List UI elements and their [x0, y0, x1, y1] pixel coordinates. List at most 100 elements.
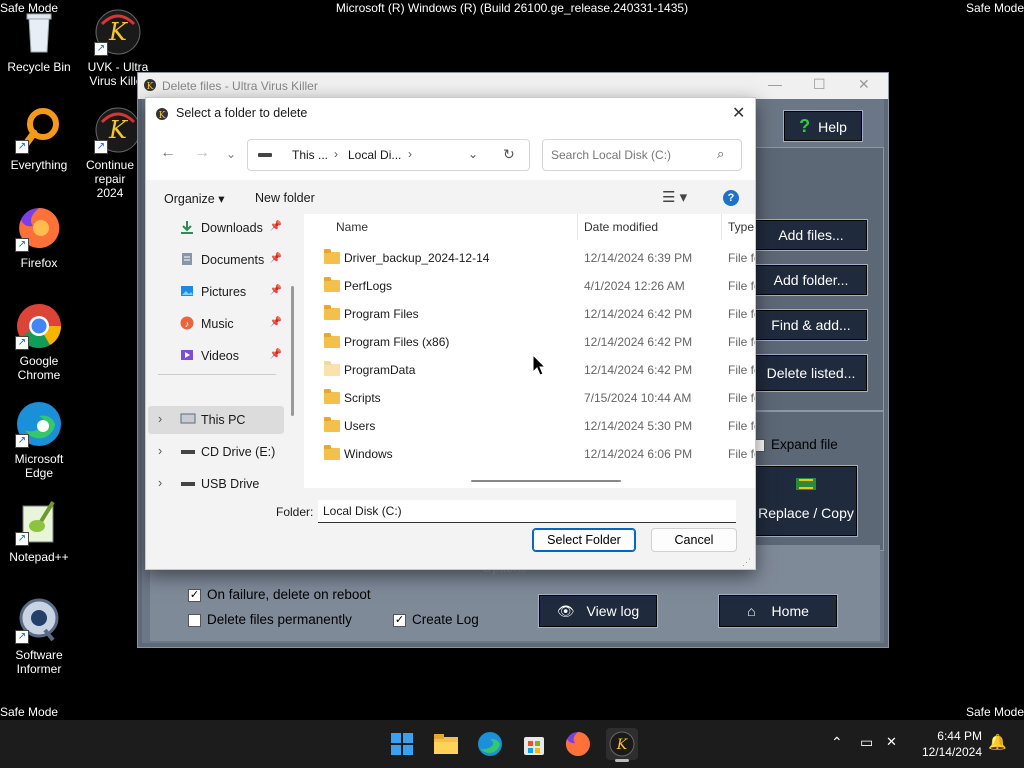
- chevron-right-icon[interactable]: ›: [158, 476, 162, 488]
- horizontal-scrollbar[interactable]: [471, 480, 621, 482]
- search-icon: ⌕: [717, 146, 725, 161]
- clock[interactable]: 6:44 PM 12/14/2024: [912, 728, 982, 760]
- windows-icon: [391, 733, 413, 755]
- store-icon: [524, 737, 544, 755]
- file-row[interactable]: Users 12/14/2024 5:30 PM File fo: [304, 412, 755, 440]
- column-divider[interactable]: [577, 214, 578, 240]
- pin-icon: 📌: [269, 285, 282, 296]
- dialog-title: Select a folder to delete: [176, 106, 308, 120]
- chevron-right-icon[interactable]: ›: [158, 444, 162, 458]
- mouse-cursor-icon: [532, 353, 547, 379]
- add-files-button[interactable]: Add files...: [754, 219, 868, 251]
- file-row[interactable]: Program Files (x86) 12/14/2024 6:42 PM F…: [304, 328, 755, 356]
- desktop-icon-firefox[interactable]: ↗ Firefox: [1, 204, 77, 270]
- search-input[interactable]: Search Local Disk (C:): [551, 148, 671, 162]
- cancel-button[interactable]: Cancel: [651, 528, 737, 552]
- view-log-button[interactable]: 👁 View log: [538, 594, 658, 628]
- desktop-icon-everything[interactable]: ↗ Everything: [1, 106, 77, 172]
- view-options-icon[interactable]: ☰ ▾: [662, 188, 687, 206]
- svg-text:♪: ♪: [185, 319, 190, 329]
- forward-icon[interactable]: →: [194, 144, 210, 162]
- new-folder-button[interactable]: New folder: [255, 191, 315, 205]
- column-header-type[interactable]: Type: [728, 214, 754, 240]
- replace-icon: [755, 474, 857, 497]
- uvk-icon: K: [609, 731, 635, 757]
- folder-icon: [434, 734, 458, 754]
- clock-time: 6:44 PM: [937, 729, 982, 743]
- delete-listed-button[interactable]: Delete listed...: [754, 354, 868, 392]
- find-add-button[interactable]: Find & add...: [754, 309, 868, 341]
- folder-input[interactable]: Local Disk (C:): [318, 500, 736, 523]
- column-header-name[interactable]: Name: [336, 214, 368, 240]
- select-folder-button[interactable]: Select Folder: [532, 528, 636, 552]
- chevron-down-icon[interactable]: ⌄: [468, 147, 478, 161]
- search-box[interactable]: Search Local Disk (C:) ⌕: [542, 139, 742, 171]
- desktop-icon-software-informer[interactable]: ↗ Software Informer: [1, 596, 77, 676]
- chevron-up-icon[interactable]: ⌃: [831, 734, 843, 751]
- volume-muted-icon[interactable]: ✕: [886, 734, 897, 750]
- nav-item-usb-drive[interactable]: › USB Drive (D:): [148, 470, 276, 488]
- folder-icon: [324, 389, 340, 404]
- refresh-icon[interactable]: ↻: [503, 146, 515, 163]
- maximize-icon[interactable]: ☐: [813, 76, 826, 93]
- replace-copy-button[interactable]: Replace / Copy: [754, 465, 858, 537]
- minimize-icon[interactable]: —: [768, 76, 782, 92]
- desktop-icon-chrome[interactable]: ↗ Google Chrome: [1, 302, 77, 382]
- add-folder-button[interactable]: Add folder...: [754, 264, 868, 296]
- close-icon[interactable]: ✕: [858, 76, 870, 93]
- dialog-title-bar[interactable]: K Select a folder to delete ✕: [146, 98, 755, 130]
- file-row[interactable]: PerfLogs 4/1/2024 12:26 AM File fo: [304, 272, 755, 300]
- uvk-title-bar[interactable]: K Delete files - Ultra Virus Killer — ☐ …: [138, 73, 888, 99]
- help-button[interactable]: ? Help: [783, 110, 863, 142]
- help-icon[interactable]: ?: [723, 190, 739, 206]
- nav-item-documents[interactable]: Documents 📌: [156, 246, 284, 274]
- folder-icon: [324, 277, 340, 292]
- file-explorer-button[interactable]: [430, 728, 462, 760]
- music-icon: ♪: [180, 316, 194, 330]
- nav-item-this-pc[interactable]: › This PC: [148, 406, 284, 434]
- breadcrumb-this-pc[interactable]: This ...: [292, 148, 328, 162]
- address-bar[interactable]: This ... › Local Di... › ⌄ ↻: [247, 139, 530, 171]
- chevron-right-icon[interactable]: ›: [158, 412, 162, 426]
- back-icon[interactable]: ←: [160, 144, 176, 162]
- delete-permanently-checkbox[interactable]: Delete files permanently: [188, 612, 352, 627]
- breadcrumb-local-disk[interactable]: Local Di...: [348, 148, 401, 162]
- firefox-taskbar-button[interactable]: [562, 728, 594, 760]
- uvk-taskbar-button[interactable]: K: [606, 728, 638, 762]
- create-log-checkbox[interactable]: ✓ Create Log: [393, 612, 479, 627]
- network-icon[interactable]: ▭: [860, 734, 873, 751]
- file-row[interactable]: ProgramData 12/14/2024 6:42 PM File fo: [304, 356, 755, 384]
- folder-icon: [324, 445, 340, 460]
- expand-file-checkbox[interactable]: Expand file: [752, 437, 838, 452]
- file-row[interactable]: Program Files 12/14/2024 6:42 PM File fo: [304, 300, 755, 328]
- nav-item-pictures[interactable]: Pictures 📌: [156, 278, 284, 306]
- store-button[interactable]: [518, 728, 550, 760]
- svg-text:K: K: [159, 111, 166, 121]
- firefox-icon: ↗: [15, 204, 63, 252]
- close-icon[interactable]: ✕: [732, 103, 745, 123]
- desktop-icon-notepadpp[interactable]: ↗ Notepad++: [1, 498, 77, 564]
- on-failure-checkbox[interactable]: ✓ On failure, delete on reboot: [188, 587, 371, 602]
- shortcut-arrow-icon: ↗: [94, 42, 108, 56]
- chevron-down-icon[interactable]: ⌄: [226, 147, 236, 161]
- safe-mode-label: Safe Mode: [965, 705, 1024, 719]
- desktop-icon-recycle-bin[interactable]: Recycle Bin: [1, 8, 77, 74]
- nav-item-music[interactable]: ♪ Music 📌: [156, 310, 284, 338]
- column-divider[interactable]: [721, 214, 722, 240]
- pin-icon: 📌: [269, 317, 282, 328]
- organize-button[interactable]: Organize ▾: [164, 191, 224, 206]
- nav-item-videos[interactable]: Videos 📌: [156, 342, 284, 370]
- edge-taskbar-button[interactable]: [474, 728, 506, 760]
- file-row[interactable]: Driver_backup_2024-12-14 12/14/2024 6:39…: [304, 244, 755, 272]
- notification-bell-icon[interactable]: 🔔: [988, 733, 1007, 751]
- start-button[interactable]: [386, 728, 418, 760]
- resize-grip-icon[interactable]: ⋰: [742, 557, 751, 568]
- column-header-date[interactable]: Date modified: [584, 214, 658, 240]
- desktop-icon-edge[interactable]: ↗ Microsoft Edge: [1, 400, 77, 480]
- nav-item-cd-drive[interactable]: › CD Drive (E:): [148, 438, 276, 466]
- nav-item-downloads[interactable]: Downloads 📌: [156, 214, 284, 242]
- file-row[interactable]: Windows 12/14/2024 6:06 PM File fo: [304, 440, 755, 468]
- home-button[interactable]: ⌂ Home: [718, 594, 838, 628]
- nav-scrollbar[interactable]: [291, 286, 294, 416]
- file-row[interactable]: Scripts 7/15/2024 10:44 AM File fo: [304, 384, 755, 412]
